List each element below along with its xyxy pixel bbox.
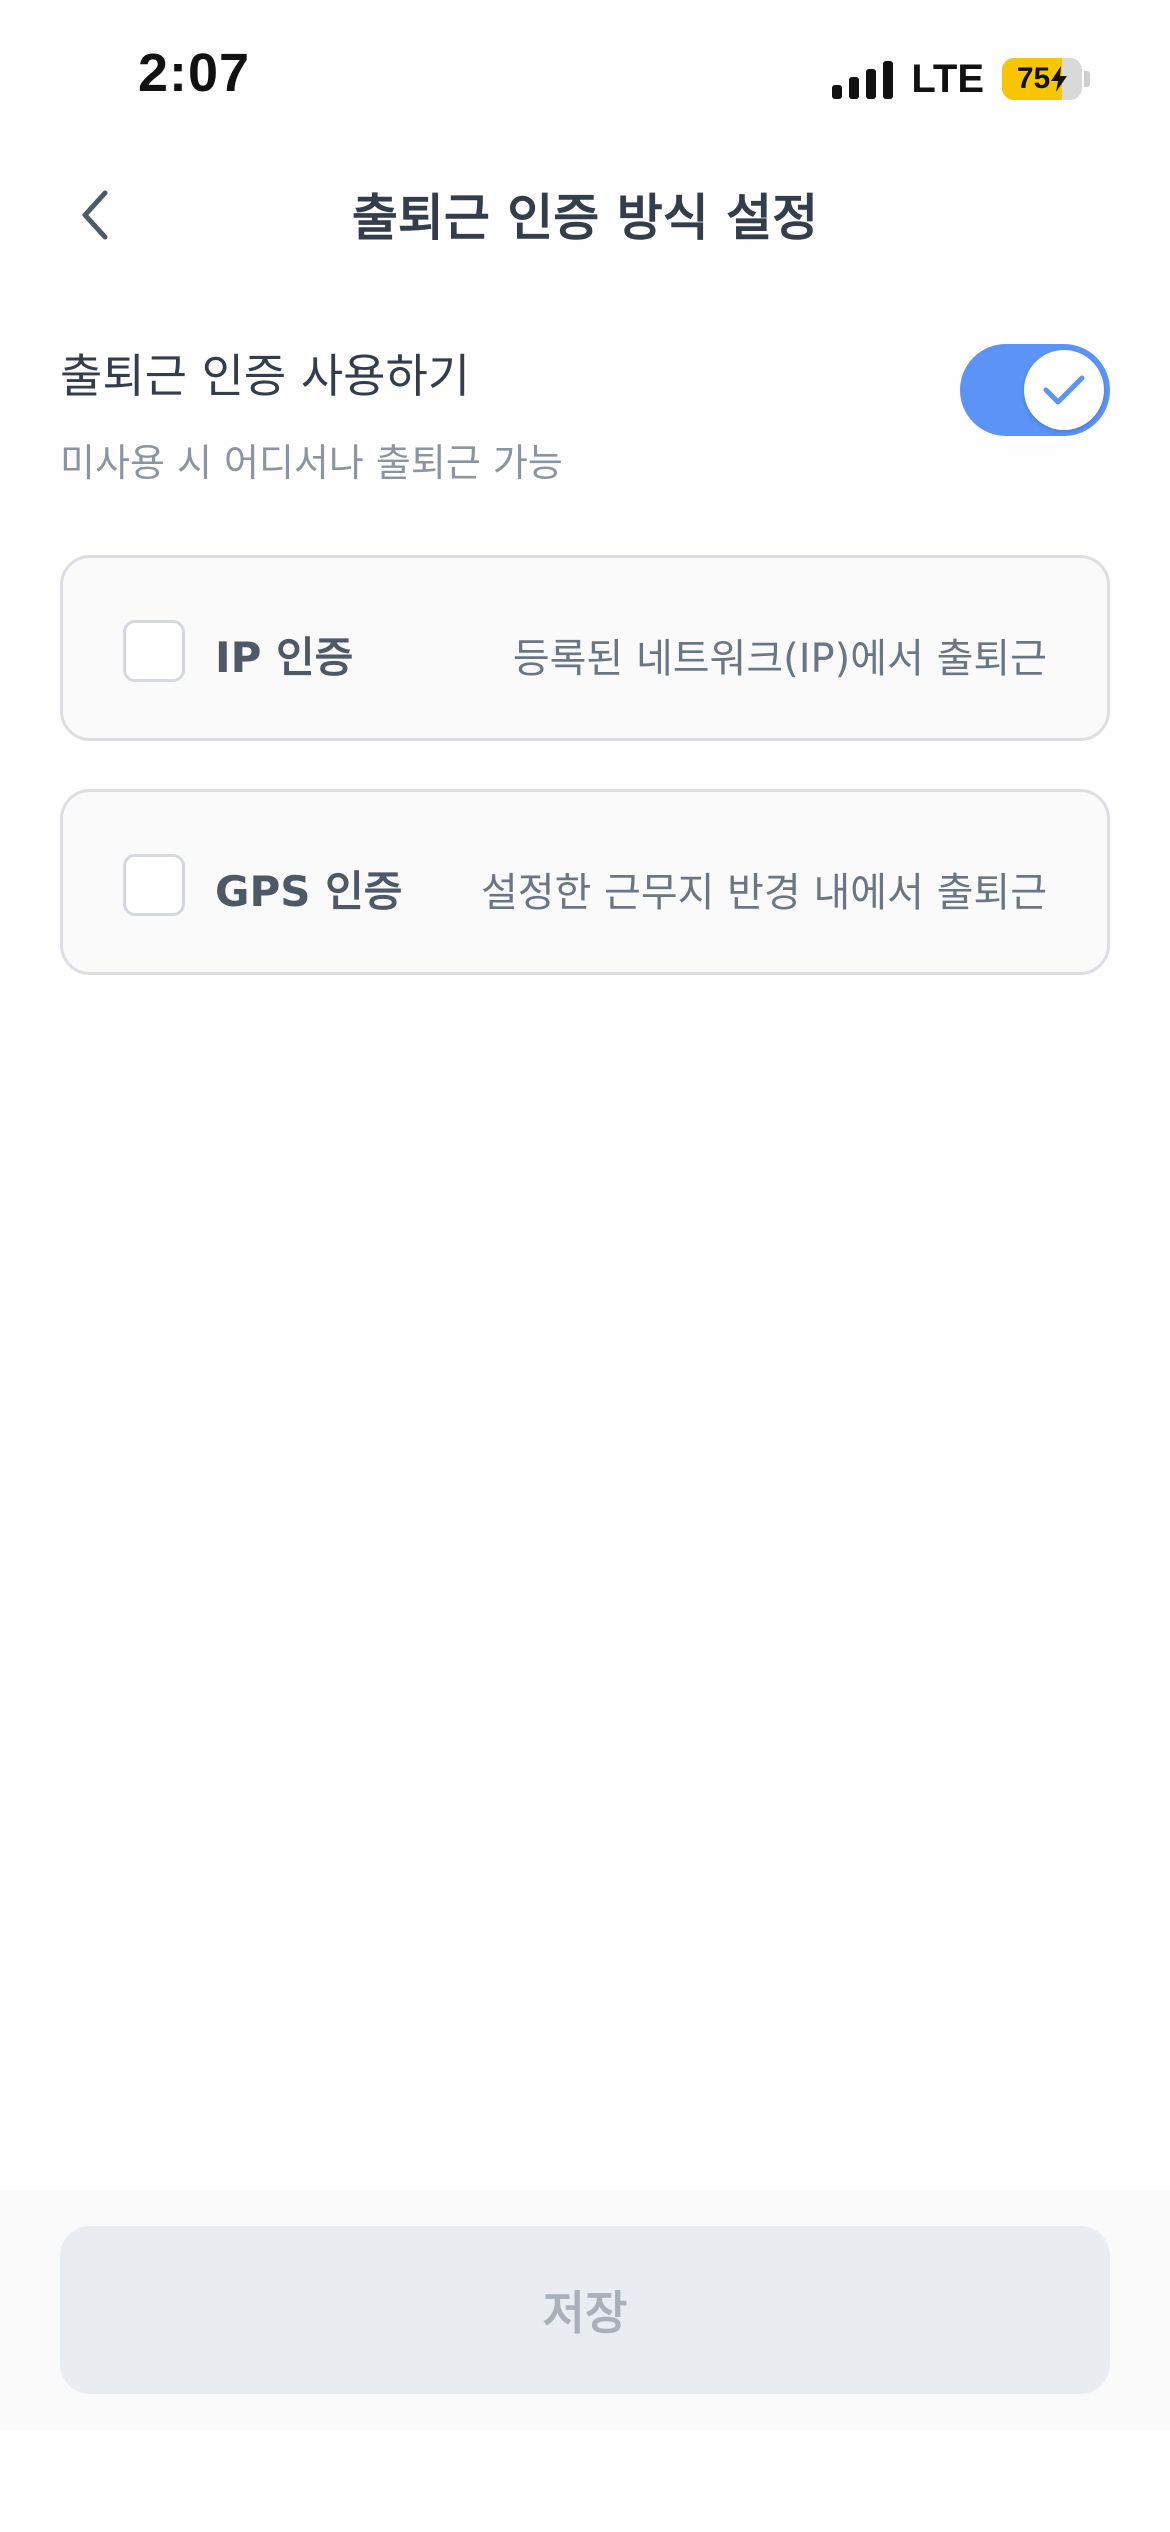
signal-strength-icon <box>832 59 894 99</box>
status-time: 2:07 <box>138 43 251 103</box>
battery-icon: 75 <box>1002 58 1090 100</box>
gps-auth-checkbox[interactable] <box>123 854 185 916</box>
navigation-bar: 출퇴근 인증 방식 설정 <box>0 150 1170 280</box>
check-icon <box>1043 375 1085 405</box>
battery-level: 75 <box>1016 62 1051 95</box>
bottom-action-area: 저장 <box>0 2190 1170 2430</box>
toggle-description: 미사용 시 어디서나 출퇴근 가능 <box>60 441 563 485</box>
gps-auth-option[interactable]: GPS 인증 설정한 근무지 반경 내에서 출퇴근 <box>60 789 1110 975</box>
gps-auth-description: 설정한 근무지 반경 내에서 출퇴근 <box>480 870 1047 916</box>
toggle-knob <box>1024 350 1104 430</box>
auth-toggle-section: 출퇴근 인증 사용하기 미사용 시 어디서나 출퇴근 가능 <box>60 340 1110 490</box>
auth-toggle-switch[interactable] <box>960 344 1110 436</box>
toggle-title: 출퇴근 인증 사용하기 <box>60 349 471 403</box>
ip-auth-option[interactable]: IP 인증 등록된 네트워크(IP)에서 출퇴근 <box>60 555 1110 741</box>
ip-auth-checkbox[interactable] <box>123 620 185 682</box>
ip-auth-description: 등록된 네트워크(IP)에서 출퇴근 <box>512 636 1047 682</box>
status-indicators: LTE 75 <box>832 54 1090 104</box>
page-title: 출퇴근 인증 방식 설정 <box>351 189 819 247</box>
ip-auth-label: IP 인증 <box>215 633 354 682</box>
network-type: LTE <box>911 56 984 101</box>
bolt-icon <box>1051 66 1068 92</box>
save-button[interactable]: 저장 <box>60 2226 1110 2394</box>
gps-auth-label: GPS 인증 <box>215 867 403 916</box>
status-bar: 2:07 LTE 75 <box>0 0 1170 150</box>
